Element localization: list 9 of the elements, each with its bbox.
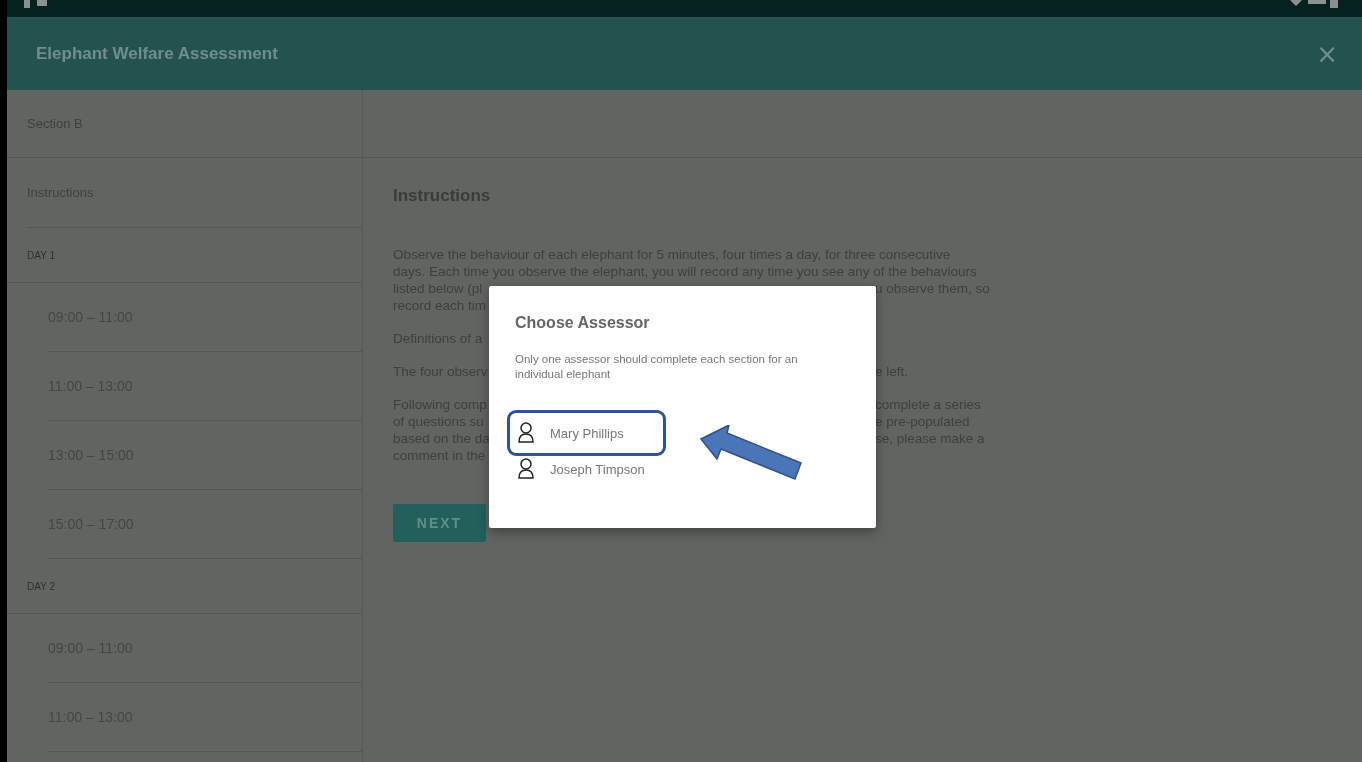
next-button[interactable]: NEXT: [393, 504, 486, 542]
dialog-title: Choose Assessor: [515, 314, 651, 332]
dialog-message: Only one assessor should complete each section for an individual elephant: [515, 352, 799, 382]
assessor-item[interactable]: Mary Phillips: [507, 410, 666, 456]
close-button[interactable]: ×: [1312, 38, 1342, 69]
system-status-icons: [1288, 0, 1338, 8]
app-title: Elephant Welfare Assessment: [36, 43, 278, 64]
person-icon: [516, 458, 536, 480]
person-icon: [516, 422, 536, 444]
